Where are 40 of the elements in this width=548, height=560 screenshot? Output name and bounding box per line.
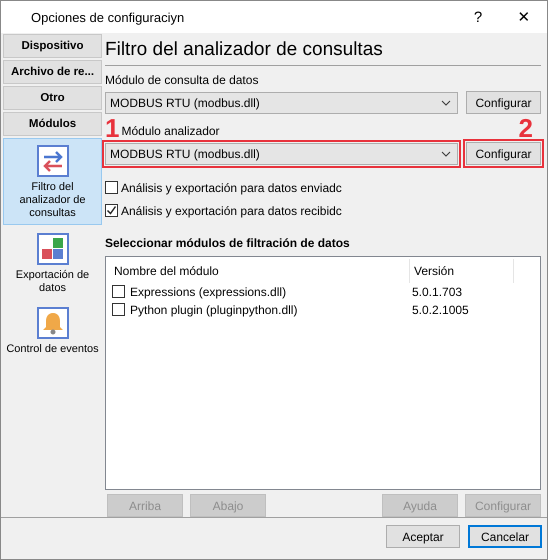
swap-arrows-icon [36, 145, 68, 177]
configure-button[interactable]: Configurar [466, 142, 541, 165]
bell-icon [36, 307, 68, 339]
module-version: 5.0.1.703 [412, 284, 464, 299]
sidebar-item[interactable]: Filtro del analizador de consultas [3, 138, 102, 225]
configure-button[interactable]: Configurar [466, 91, 541, 114]
module-name: Python plugin (pluginpython.dll) [130, 302, 298, 317]
module-version: 5.0.2.1005 [412, 302, 470, 317]
page-heading: Filtro del analizador de consultas [105, 33, 541, 66]
blocks-icon [36, 233, 68, 265]
checkbox-label: Análisis y exportación para datos recibidc [121, 204, 342, 218]
dialog-button[interactable]: Aceptar [386, 525, 460, 548]
caret-icon [441, 100, 451, 106]
checkbox-label: Análisis y exportación para datos enviadc [121, 180, 342, 195]
checkbox[interactable] [112, 303, 125, 316]
field-label: Módulo de consulta de datos [105, 72, 260, 88]
check-icon [106, 205, 117, 216]
checkbox[interactable] [105, 181, 118, 194]
field-label: Módulo analizador [121, 123, 221, 139]
dialog-button[interactable]: Cancelar [468, 525, 542, 548]
checkbox[interactable] [105, 204, 118, 218]
column-header[interactable]: Versión [410, 258, 514, 283]
step-number: 2 [518, 117, 533, 139]
module-dropdown[interactable]: MODBUS RTU (modbus.dll) [105, 92, 458, 114]
help-button[interactable]: ? [455, 1, 501, 33]
close-button[interactable]: ✕ [501, 1, 547, 33]
category-button[interactable]: Dispositivo [3, 34, 102, 58]
category-button[interactable]: Archivo de re... [3, 60, 102, 84]
sidebar-item[interactable]: Control de eventos [3, 301, 102, 360]
module-dropdown[interactable]: MODBUS RTU (modbus.dll) [105, 142, 458, 164]
checkbox[interactable] [112, 285, 125, 298]
step-number: 1 [105, 117, 120, 139]
caret-icon [441, 150, 451, 156]
window-title: Opciones de configuraciyn [31, 10, 186, 24]
category-button[interactable]: Módulos [3, 112, 102, 136]
column-header[interactable]: Nombre del módulo [110, 258, 410, 283]
module-name: Expressions (expressions.dll) [130, 284, 286, 299]
category-button[interactable]: Otro [3, 86, 102, 110]
sidebar-item[interactable]: Exportación de datos [3, 227, 102, 299]
section-title: Seleccionar módulos de filtración de datos [105, 236, 351, 250]
